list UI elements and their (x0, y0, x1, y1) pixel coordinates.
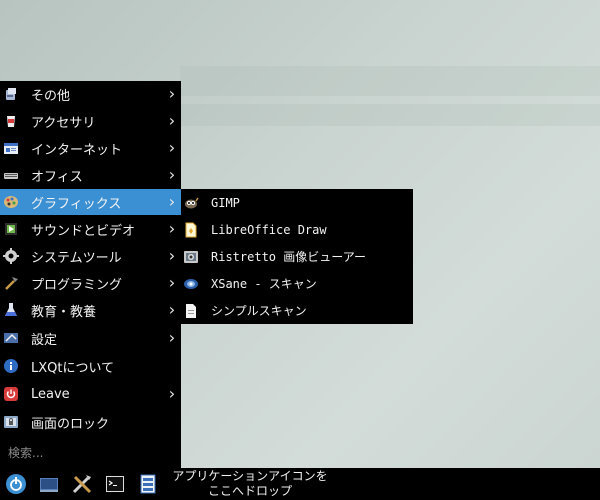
tools-button[interactable] (70, 472, 94, 496)
taskbar: アプリケーションアイコンを ここへドロップ (0, 468, 600, 500)
menu-item-label: Leave (31, 386, 70, 402)
submenu-item-simple-scan[interactable]: シンプルスキャン (181, 297, 413, 324)
system-tools-icon (3, 248, 19, 264)
menu-item-system-tools[interactable]: システムツール › (0, 243, 181, 269)
programming-icon (3, 275, 19, 291)
menu-item-label: 教育・教養 (31, 304, 97, 320)
menu-item-label: 画面のロック (31, 416, 110, 432)
menu-item-lock-screen[interactable]: 画面のロック (0, 409, 181, 435)
simple-scan-icon (183, 303, 199, 319)
menu-item-office[interactable]: オフィス › (0, 162, 181, 188)
quicklaunch-drop-hint: アプリケーションアイコンを ここへドロップ (164, 469, 336, 499)
menu-item-settings[interactable]: 設定 › (0, 325, 181, 351)
drop-hint-line1: アプリケーションアイコンを (172, 469, 328, 483)
tools-icon (71, 473, 93, 495)
sound-video-icon (3, 221, 19, 237)
terminal-icon (104, 473, 126, 495)
application-menu: その他 › アクセサリ › インターネット › オフィス › グラフィックス › (0, 81, 181, 468)
submenu-item-libreoffice-draw[interactable]: LibreOffice Draw (181, 216, 413, 243)
chevron-right-icon: › (168, 246, 176, 265)
gimp-icon (183, 195, 199, 211)
menu-item-label: オフィス (31, 169, 83, 185)
education-icon (3, 302, 19, 318)
terminal-button[interactable] (103, 472, 127, 496)
search-input[interactable]: 検索... (8, 444, 173, 461)
menu-item-label: グラフィックス (31, 196, 122, 212)
menu-item-label: インターネット (31, 142, 123, 158)
desktop-band (180, 104, 600, 126)
menu-item-label: システムツール (31, 250, 122, 266)
main-menu-icon (5, 473, 27, 495)
chevron-right-icon: › (168, 84, 176, 103)
menu-item-label: LXQtについて (31, 360, 115, 376)
accessories-icon (3, 113, 19, 129)
menu-item-leave[interactable]: Leave › (0, 381, 181, 407)
show-desktop-button[interactable] (37, 472, 61, 496)
menu-item-about-lxqt[interactable]: LXQtについて (0, 353, 181, 379)
chevron-right-icon: › (168, 273, 176, 292)
submenu-item-gimp[interactable]: GIMP (181, 189, 413, 216)
chevron-right-icon: › (168, 165, 176, 184)
menu-item-label: アクセサリ (31, 115, 96, 131)
chevron-right-icon: › (168, 384, 176, 403)
file-manager-button[interactable] (136, 472, 160, 496)
lock-screen-icon (3, 414, 19, 430)
submenu-item-label: XSane - スキャン (211, 277, 317, 291)
menu-item-label: 設定 (31, 332, 58, 348)
submenu-item-xsane[interactable]: XSane - スキャン (181, 270, 413, 297)
menu-item-internet[interactable]: インターネット › (0, 135, 181, 161)
menu-item-accessories[interactable]: アクセサリ › (0, 108, 181, 134)
chevron-right-icon: › (168, 192, 176, 211)
show-desktop-icon (38, 473, 60, 495)
menu-item-label: サウンドとビデオ (31, 223, 136, 239)
menu-item-graphics[interactable]: グラフィックス › (0, 189, 181, 215)
drop-hint-line2: ここへドロップ (207, 484, 292, 498)
xsane-icon (183, 276, 199, 292)
submenu-item-label: GIMP (211, 195, 240, 210)
libreoffice-draw-icon (183, 222, 199, 238)
desktop-band (180, 66, 600, 96)
menu-item-sound-video[interactable]: サウンドとビデオ › (0, 216, 181, 242)
menu-item-education[interactable]: 教育・教養 › (0, 297, 181, 323)
settings-icon (3, 330, 19, 346)
menu-item-other[interactable]: その他 › (0, 81, 181, 107)
chevron-right-icon: › (168, 111, 176, 130)
info-icon (3, 358, 19, 374)
file-manager-icon (137, 473, 159, 495)
internet-icon (3, 140, 19, 156)
chevron-right-icon: › (168, 219, 176, 238)
submenu-item-label: LibreOffice Draw (211, 222, 327, 237)
chevron-right-icon: › (168, 300, 176, 319)
menu-item-label: その他 (31, 88, 71, 104)
menu-item-label: プログラミング (31, 277, 123, 293)
submenu-item-label: シンプルスキャン (211, 304, 307, 318)
main-menu-button[interactable] (4, 472, 28, 496)
other-icon (3, 86, 19, 102)
chevron-right-icon: › (168, 328, 176, 347)
graphics-icon (3, 194, 19, 210)
ristretto-icon (183, 249, 199, 265)
chevron-right-icon: › (168, 138, 176, 157)
graphics-submenu: GIMP LibreOffice Draw Ristretto 画像ビューアー … (181, 189, 413, 324)
office-icon (3, 167, 19, 183)
menu-item-programming[interactable]: プログラミング › (0, 270, 181, 296)
power-icon (3, 386, 19, 402)
submenu-item-label: Ristretto 画像ビューアー (211, 250, 367, 264)
submenu-item-ristretto[interactable]: Ristretto 画像ビューアー (181, 243, 413, 270)
